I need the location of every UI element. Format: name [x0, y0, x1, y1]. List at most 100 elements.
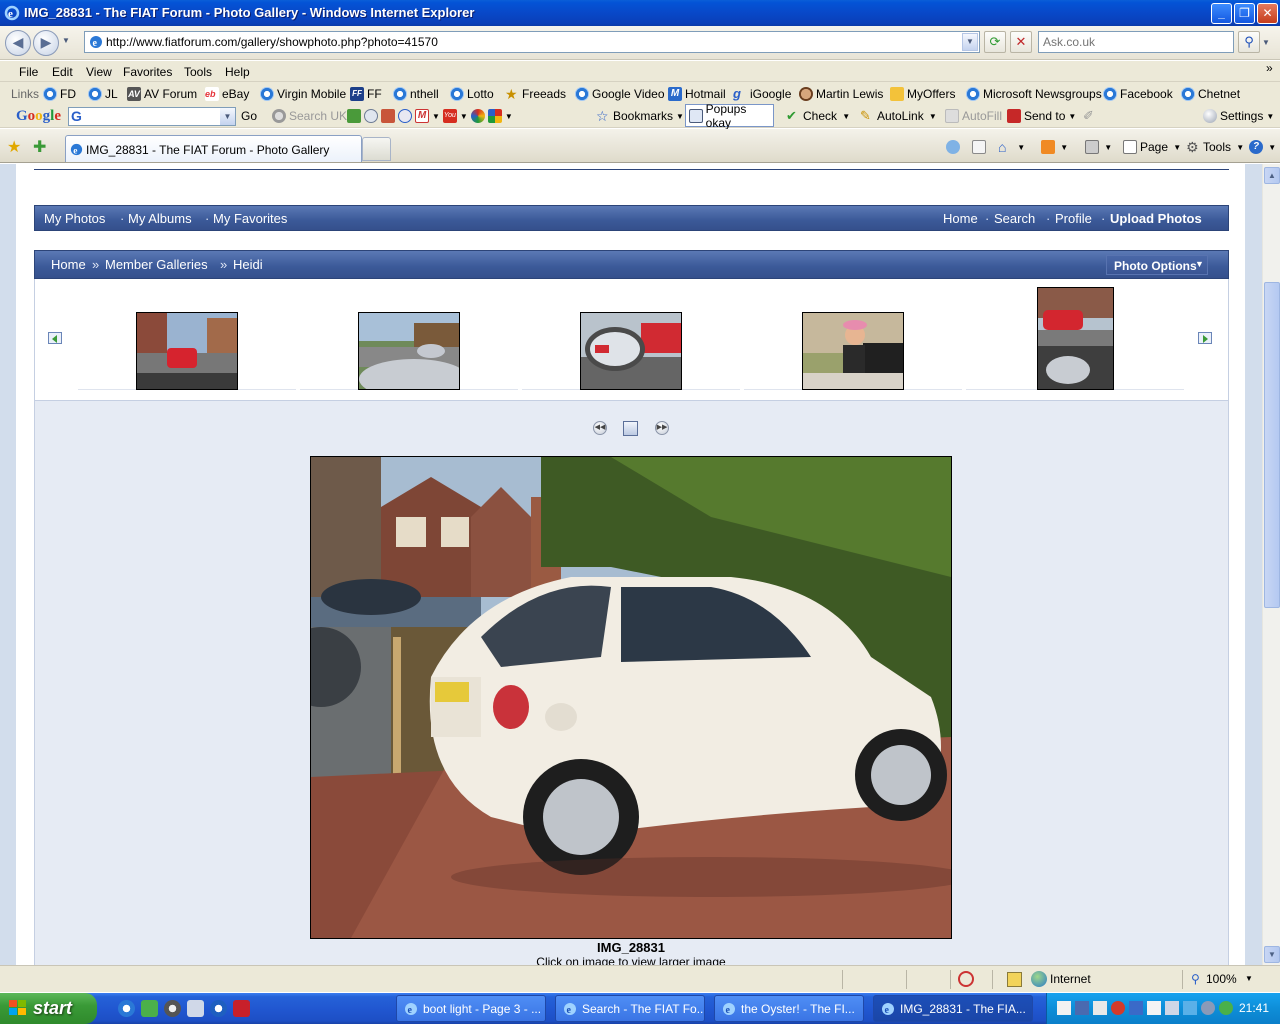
new-tab-button[interactable] — [362, 137, 391, 161]
photo-thumbnail[interactable] — [802, 312, 904, 390]
tray-mail-icon[interactable] — [1147, 1001, 1161, 1015]
popup-blocked-icon[interactable] — [958, 971, 974, 987]
previous-page-arrow-icon[interactable] — [48, 332, 62, 344]
menu-edit[interactable]: Edit — [52, 65, 73, 79]
feeds-button[interactable]: ▼ — [1041, 140, 1068, 154]
google-logo[interactable]: Google — [16, 108, 61, 125]
tray-antivirus-icon[interactable] — [1111, 1001, 1125, 1015]
breadcrumb-member-galleries[interactable]: Member Galleries — [105, 257, 208, 272]
scroll-up-arrow-icon[interactable]: ▲ — [1264, 167, 1280, 184]
link-jl[interactable]: JL — [88, 85, 118, 102]
tray-connection-icon[interactable] — [1183, 1001, 1197, 1015]
zoom-level[interactable]: 100% — [1206, 972, 1237, 986]
forward-button[interactable]: ▶ — [33, 30, 59, 56]
menu-favorites[interactable]: Favorites — [123, 65, 172, 79]
autofill-button[interactable]: AutoFill — [945, 109, 1002, 123]
tray-safely-remove-icon[interactable] — [1219, 1001, 1233, 1015]
ie-quicklaunch-icon[interactable] — [118, 1000, 135, 1017]
taskbar-item-active[interactable]: e IMG_28831 - The FIA... — [873, 995, 1033, 1022]
link-google-video[interactable]: Google Video — [575, 85, 665, 102]
close-button[interactable]: ✕ — [1257, 3, 1278, 24]
slideshow-icon[interactable] — [623, 421, 638, 436]
menu-file[interactable]: File — [19, 65, 38, 79]
cmd-sync-icon[interactable] — [946, 140, 960, 154]
add-to-favorites-icon[interactable]: ✚ — [33, 137, 46, 157]
search-input[interactable] — [1039, 32, 1233, 52]
taskbar-item[interactable]: e the Oyster! - The FI... — [714, 995, 864, 1022]
spellcheck-button[interactable]: ✔ Check ▼ — [786, 109, 850, 124]
home-button[interactable]: ⌂ ▼ — [998, 140, 1025, 154]
profile-link[interactable]: Profile — [1055, 211, 1092, 226]
taskbar-item[interactable]: e Search - The FIAT Fo... — [555, 995, 705, 1022]
photo-thumbnail[interactable] — [580, 312, 682, 390]
clock[interactable]: 21:41 — [1239, 1001, 1269, 1015]
link-myoffers[interactable]: MyOffers — [890, 85, 955, 102]
my-favorites-link[interactable]: My Favorites — [213, 211, 287, 226]
settings-button[interactable]: Settings ▼ — [1203, 109, 1274, 123]
link-fd[interactable]: FD — [43, 85, 76, 102]
menu-view[interactable]: View — [86, 65, 112, 79]
link-igoogle[interactable]: g iGoogle — [733, 85, 791, 102]
address-input[interactable] — [106, 34, 956, 50]
search-button[interactable]: ⚲ — [1238, 31, 1260, 53]
cmd-mail-icon[interactable] — [972, 140, 986, 154]
vertical-scrollbar[interactable]: ▲ ▼ — [1262, 164, 1280, 965]
cd-player-icon[interactable] — [210, 1000, 227, 1017]
address-dropdown-icon[interactable]: ▼ — [962, 33, 978, 51]
dropdown-arrow-icon[interactable]: ▼ — [505, 112, 513, 121]
photo-thumbnail[interactable] — [136, 312, 238, 390]
tray-zip-icon[interactable] — [1093, 1001, 1107, 1015]
link-av-forum[interactable]: AV AV Forum — [127, 85, 197, 102]
google-search-dropdown-icon[interactable]: ▼ — [220, 108, 235, 125]
link-ebay[interactable]: eb eBay — [205, 85, 249, 102]
autolink-button[interactable]: ✎ AutoLink ▼ — [860, 109, 937, 124]
link-chetnet[interactable]: Chetnet — [1181, 85, 1240, 102]
tray-display-icon[interactable] — [1075, 1001, 1089, 1015]
link-microsoft-newsgroups[interactable]: Microsoft Newsgroups — [966, 85, 1102, 102]
tray-network-icon[interactable] — [1057, 1001, 1071, 1015]
send-to-button[interactable]: Send to ▼ — [1007, 109, 1076, 123]
link-ff[interactable]: FF FF — [350, 85, 382, 102]
acrobat-icon[interactable] — [233, 1000, 250, 1017]
my-albums-link[interactable]: My Albums — [128, 211, 192, 226]
menu-tools[interactable]: Tools — [184, 65, 212, 79]
link-nthell[interactable]: nthell — [393, 85, 439, 102]
highlight-button[interactable]: ✐ — [1083, 109, 1097, 123]
menu-help[interactable]: Help — [225, 65, 250, 79]
home-link[interactable]: Home — [943, 211, 978, 226]
search-uk-button[interactable]: Search UK — [272, 109, 347, 123]
upload-photos-link[interactable]: Upload Photos — [1110, 211, 1202, 226]
breadcrumb-heidi[interactable]: Heidi — [233, 257, 263, 272]
tools-menu-button[interactable]: ⚙ Tools ▼ — [1186, 140, 1244, 154]
main-photo[interactable] — [310, 456, 952, 939]
google-go-button[interactable]: Go — [241, 109, 257, 123]
my-photos-link[interactable]: My Photos — [44, 211, 105, 226]
tray-monitor-icon[interactable] — [1165, 1001, 1179, 1015]
page-menu-button[interactable]: Page ▼ — [1123, 140, 1181, 154]
help-button[interactable]: ? ▼ — [1249, 140, 1276, 154]
show-desktop-icon[interactable] — [141, 1000, 158, 1017]
chevron-more-icon[interactable]: » — [1266, 61, 1273, 75]
link-virgin-mobile[interactable]: Virgin Mobile — [260, 85, 346, 102]
recent-pages-dropdown-icon[interactable]: ▼ — [62, 36, 70, 45]
link-facebook[interactable]: Facebook — [1103, 85, 1173, 102]
photo-thumbnail[interactable] — [358, 312, 460, 390]
explorer-icon[interactable] — [187, 1000, 204, 1017]
taskbar-item[interactable]: e boot light - Page 3 - ... — [396, 995, 546, 1022]
breadcrumb-home[interactable]: Home — [51, 257, 86, 272]
window-title-bar[interactable]: e IMG_28831 - The FIAT Forum - Photo Gal… — [0, 0, 1280, 26]
search-options-icon[interactable]: ▼ — [1262, 38, 1270, 47]
scrollbar-thumb[interactable] — [1264, 282, 1280, 608]
back-button[interactable]: ◀ — [5, 30, 31, 56]
photo-thumbnail[interactable] — [1037, 287, 1114, 390]
print-button[interactable]: ▼ — [1085, 140, 1112, 154]
link-hotmail[interactable]: M Hotmail — [668, 85, 726, 102]
refresh-button[interactable]: ⟳ — [984, 31, 1006, 53]
photo-options-button[interactable]: Photo Options ▼ — [1106, 255, 1208, 275]
dropdown-arrow-icon[interactable]: ▼ — [460, 112, 468, 121]
bookmarks-button[interactable]: ☆ Bookmarks ▼ — [596, 109, 684, 123]
zoom-dropdown-icon[interactable]: ▼ — [1245, 974, 1253, 983]
tray-update-icon[interactable] — [1201, 1001, 1215, 1015]
link-martin-lewis[interactable]: Martin Lewis — [799, 85, 883, 102]
minimize-button[interactable]: _ — [1211, 3, 1232, 24]
